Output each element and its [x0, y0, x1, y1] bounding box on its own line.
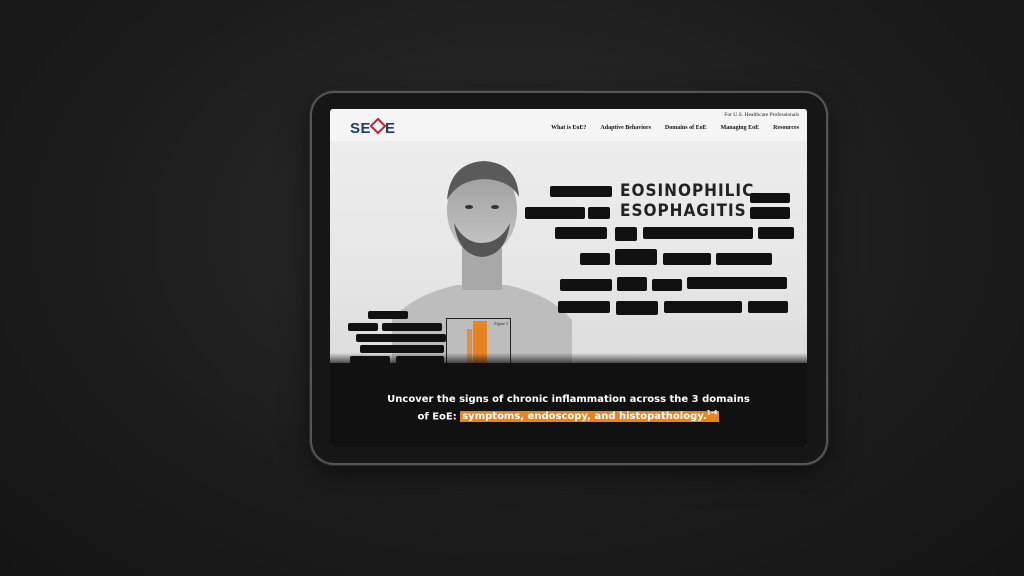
tagline-highlight: symptoms, endoscopy, and histopathology.…: [460, 410, 720, 423]
redaction-bar: [558, 301, 610, 313]
redaction-bar: [652, 279, 682, 291]
redaction-bar: [525, 207, 585, 219]
tablet-frame: For U.S. Healthcare Professionals SE E Wh…: [312, 93, 826, 463]
redaction-bar: [580, 253, 610, 265]
tagline-superscript: 1-4: [706, 410, 718, 417]
nav-resources[interactable]: Resources: [773, 125, 799, 131]
tagline-highlight-text: symptoms, endoscopy, and histopathology.: [462, 411, 707, 423]
site-header: For U.S. Healthcare Professionals SE E Wh…: [330, 109, 807, 141]
nav-domains-of-eoe[interactable]: Domains of EoE: [665, 125, 707, 131]
headline: EOSINOPHILIC ESOPHAGITIS: [620, 181, 754, 221]
headline-line2: ESOPHAGITIS: [620, 201, 747, 221]
tagline-prefix: of EoE:: [417, 411, 461, 423]
site-logo[interactable]: SE E: [350, 117, 396, 138]
tagline: Uncover the signs of chronic inflammatio…: [330, 393, 807, 424]
redaction-bar: [687, 277, 787, 289]
logo-text-right: E: [385, 120, 396, 137]
logo-text-left: SE: [350, 120, 372, 137]
figure-label: Figure 3: [494, 321, 508, 326]
redaction-bar: [560, 279, 612, 291]
redaction-bar: [360, 345, 444, 353]
nav-adaptive-behaviors[interactable]: Adaptive Behaviors: [600, 125, 651, 131]
redaction-bar: [750, 207, 790, 219]
website-screen: For U.S. Healthcare Professionals SE E Wh…: [330, 109, 807, 447]
redaction-bar: [716, 253, 772, 265]
redaction-bar: [615, 249, 657, 265]
grunge-edge: [330, 353, 807, 367]
redaction-bar: [617, 277, 647, 291]
logo-diamond-icon: [369, 117, 387, 135]
redaction-bar: [758, 227, 794, 239]
redaction-bar: [588, 207, 610, 219]
redaction-bar: [664, 301, 742, 313]
redaction-bar: [550, 186, 612, 197]
redaction-bar: [382, 323, 442, 331]
tagline-line1: Uncover the signs of chronic inflammatio…: [387, 394, 750, 405]
hero-section: EOSINOPHILIC ESOPHAGITIS Figure 3: [330, 141, 807, 382]
redaction-bar: [663, 253, 711, 265]
nav-managing-eoe[interactable]: Managing EoE: [721, 125, 760, 131]
redaction-bar: [750, 193, 790, 203]
redaction-bar: [368, 311, 408, 319]
redaction-bar: [615, 227, 637, 241]
redaction-bar: [356, 334, 446, 342]
redaction-bar: [348, 323, 378, 331]
headline-line1: EOSINOPHILIC: [620, 181, 755, 201]
redaction-bar: [643, 227, 753, 239]
redaction-bar: [616, 301, 658, 315]
redaction-bar: [555, 227, 607, 239]
tagline-line2: of EoE: symptoms, endoscopy, and histopa…: [330, 407, 807, 424]
main-nav: What is EoE? Adaptive Behaviors Domains …: [551, 125, 799, 131]
tagline-section: Uncover the signs of chronic inflammatio…: [330, 353, 807, 447]
hcp-notice[interactable]: For U.S. Healthcare Professionals: [724, 112, 799, 118]
nav-what-is-eoe[interactable]: What is EoE?: [551, 125, 586, 131]
redaction-bar: [748, 301, 788, 313]
